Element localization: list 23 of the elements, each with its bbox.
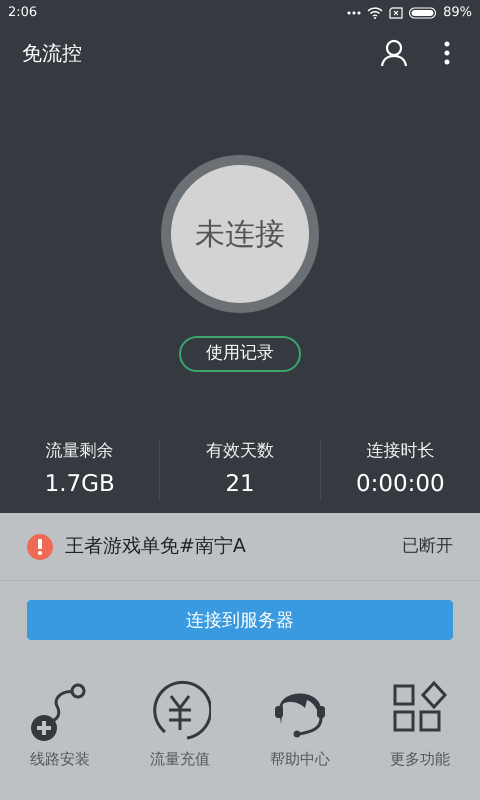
overflow-menu-icon[interactable]	[444, 40, 450, 64]
shortcut-item[interactable]: 线路安装	[0, 680, 120, 770]
connect-server-button[interactable]: 连接到服务器	[27, 600, 453, 640]
sim-icon	[389, 6, 404, 18]
stat-label: 有效天数	[206, 440, 274, 463]
server-state: 已断开	[402, 534, 453, 558]
usage-history-button[interactable]: 使用记录	[179, 336, 301, 372]
stat-value: 1.7GB	[44, 470, 115, 498]
status-time: 2:06	[8, 4, 38, 22]
stat-label: 流量剩余	[46, 440, 114, 463]
shortcut-item[interactable]: 更多功能	[360, 680, 480, 770]
stat-label: 连接时长	[366, 440, 434, 463]
stat-value: 21	[225, 470, 255, 498]
app-title: 免流控	[22, 40, 82, 66]
battery-icon	[409, 6, 438, 18]
battery-percent: 89%	[443, 4, 472, 22]
shortcut-item[interactable]: 帮助中心	[240, 680, 360, 770]
stat-value: 0:00:00	[356, 470, 445, 498]
server-name: 王者游戏单免#南宁A	[65, 534, 246, 560]
more-dots-icon	[347, 10, 362, 14]
account-icon[interactable]	[380, 38, 408, 66]
shortcut-item[interactable]: 流量充值	[120, 680, 240, 770]
wifi-icon	[367, 6, 384, 18]
